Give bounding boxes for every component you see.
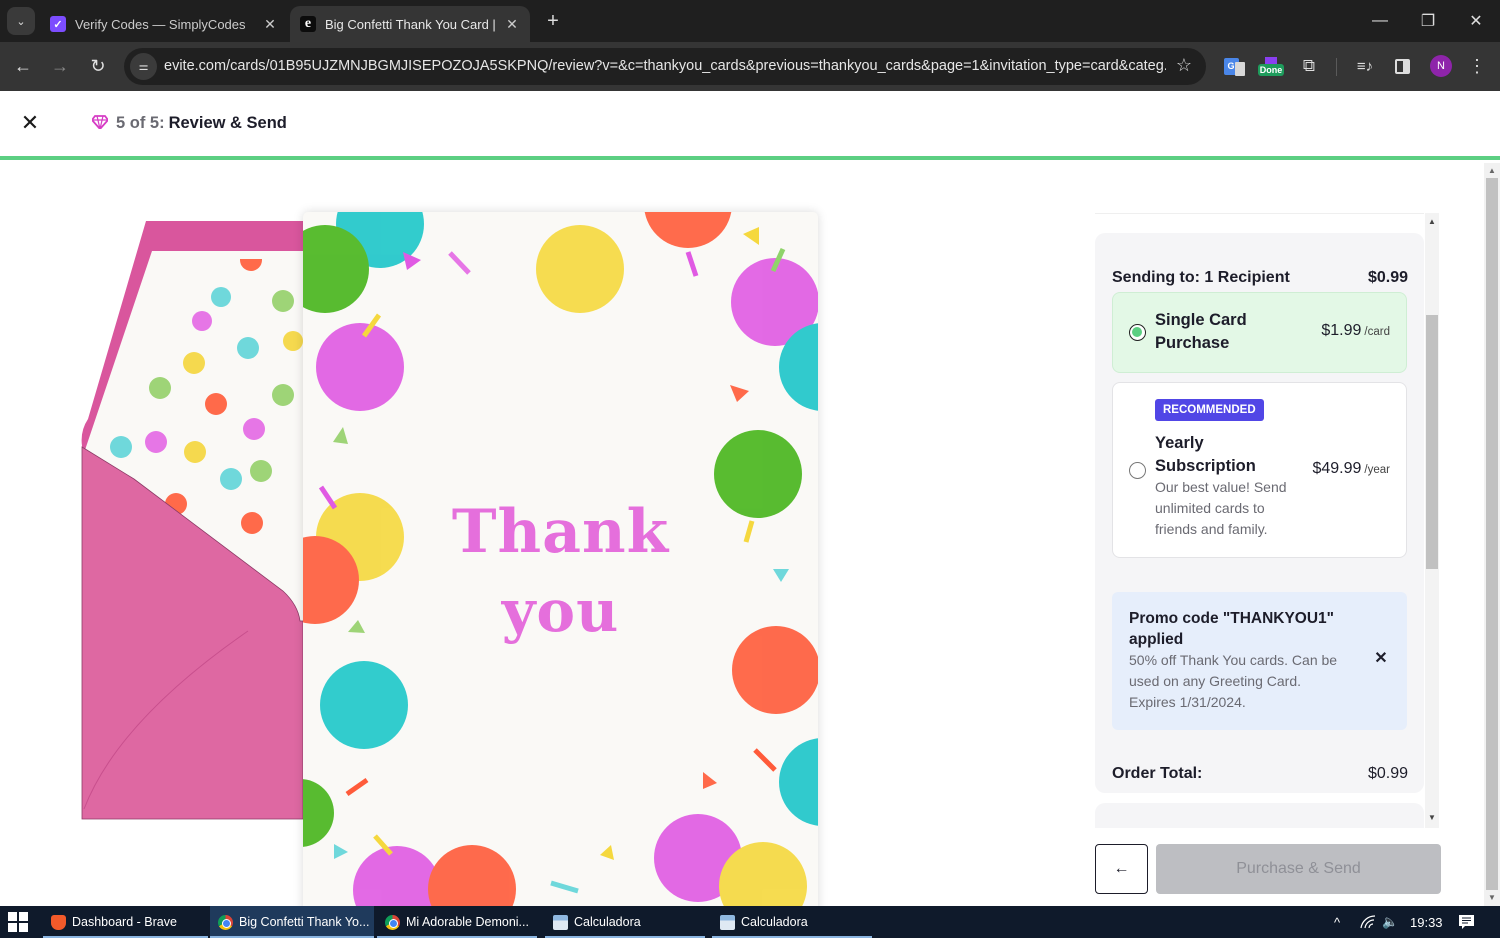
tab-search-button[interactable]: ⌄ (7, 7, 35, 35)
chrome-icon (385, 914, 400, 930)
taskbar-app-brave[interactable]: Dashboard - Brave (43, 906, 208, 938)
windows-start-icon[interactable] (8, 912, 28, 932)
option-yearly-subscription[interactable]: RECOMMENDED Yearly Subscription $49.99/y… (1112, 382, 1407, 558)
side-panel-icon[interactable] (1390, 53, 1414, 79)
simplycodes-icon: ✓ (50, 16, 66, 32)
purchase-send-button[interactable]: Purchase & Send (1156, 844, 1441, 894)
back-button[interactable]: ← (10, 53, 36, 79)
option-title: Yearly Subscription (1155, 434, 1256, 475)
windows-taskbar: Dashboard - Brave Big Confetti Thank Yo.… (0, 906, 1500, 938)
tab-big-confetti[interactable]: e Big Confetti Thank You Card | Ev ✕ (290, 6, 530, 42)
back-step-button[interactable]: ← (1095, 844, 1148, 894)
translate-extension-icon[interactable]: G (1222, 53, 1246, 79)
remove-promo-icon[interactable]: ✕ (1371, 648, 1391, 668)
chevron-down-icon: ⌄ (16, 15, 26, 28)
done-extension-icon[interactable]: Done (1257, 53, 1285, 79)
tab-title: Verify Codes — SimplyCodes (75, 16, 246, 32)
scroll-up-icon[interactable]: ▲ (1428, 217, 1436, 226)
progress-fill (0, 156, 1500, 160)
option-price: $1.99/card (1321, 322, 1390, 339)
scrollbar-thumb[interactable] (1426, 315, 1438, 569)
minimize-button[interactable]: — (1357, 0, 1403, 42)
tab-verify-codes[interactable]: ✓ Verify Codes — SimplyCodes ✕ (42, 6, 288, 42)
extensions-puzzle-icon[interactable]: ⧉ (1297, 53, 1321, 79)
close-window-button[interactable]: ✕ (1453, 0, 1499, 42)
brave-icon (51, 914, 66, 930)
close-icon[interactable]: ✕ (18, 111, 42, 135)
promo-code-banner: Promo code "THANKYOU1" applied 50% off T… (1112, 592, 1407, 730)
bookmark-star-icon[interactable]: ☆ (1176, 55, 1192, 76)
reload-button[interactable]: ↻ (85, 53, 111, 79)
taskbar-app-calculator-2[interactable]: Calculadora (712, 906, 872, 938)
card-message-line1: Thank (451, 497, 670, 567)
order-summary: Sending to: 1 Recipient $0.99 Single Car… (1095, 233, 1424, 793)
order-summary-panel[interactable]: Sending to: 1 Recipient $0.99 Single Car… (1095, 213, 1440, 828)
promo-title: Promo code "THANKYOU1" applied (1129, 610, 1335, 648)
sending-to-price: $0.99 (1367, 269, 1408, 286)
gem-icon (90, 114, 110, 133)
calculator-icon (720, 914, 735, 930)
evite-icon: e (300, 16, 316, 32)
option-title: Single Card Purchase (1155, 311, 1247, 352)
toolbar-divider (1336, 58, 1337, 76)
page-scrollbar[interactable]: ▲ ▼ (1484, 163, 1500, 906)
browser-menu-icon[interactable]: ⋮ (1466, 53, 1488, 79)
volume-icon[interactable]: 🔈 (1382, 906, 1398, 938)
step-indicator: 5 of 5: Review & Send (90, 114, 287, 133)
envelope-preview (78, 221, 318, 821)
close-tab-icon[interactable]: ✕ (258, 16, 282, 33)
option-price: $49.99/year (1312, 460, 1390, 477)
step-title: Review & Send (168, 114, 287, 132)
sending-to-label: Sending to: 1 Recipient (1112, 269, 1290, 286)
order-total-row: Order Total: $0.99 (1112, 765, 1408, 783)
sending-to-row: Sending to: 1 Recipient $0.99 (1112, 269, 1408, 287)
calculator-icon (553, 914, 568, 930)
tray-chevron-icon[interactable]: ^ (1334, 906, 1340, 938)
clock[interactable]: 19:33 (1410, 906, 1443, 938)
progress-bar (0, 156, 1500, 160)
scroll-up-icon[interactable]: ▲ (1488, 166, 1496, 175)
radio-single-card[interactable] (1129, 324, 1146, 341)
taskbar-app-chrome-confetti[interactable]: Big Confetti Thank Yo... (210, 906, 374, 938)
scroll-down-icon[interactable]: ▼ (1488, 893, 1496, 902)
option-description: Our best value! Send unlimited cards to … (1155, 479, 1287, 537)
taskbar-app-chrome-demonio[interactable]: Mi Adorable Demoni... (377, 906, 537, 938)
order-total-value: $0.99 (1367, 765, 1408, 782)
recommended-badge: RECOMMENDED (1155, 399, 1264, 421)
card-message-line2: you (501, 577, 620, 645)
page-header: ✕ 5 of 5: Review & Send (0, 91, 1500, 160)
summary-scrollbar[interactable]: ▲ ▼ (1425, 213, 1439, 828)
card-preview: Thank you (303, 212, 818, 906)
promo-description: 50% off Thank You cards. Can be used on … (1129, 652, 1338, 710)
page-content: ✕ 5 of 5: Review & Send Thank you Sendin… (0, 91, 1500, 906)
scrollbar-thumb[interactable] (1486, 178, 1498, 890)
close-tab-icon[interactable]: ✕ (500, 16, 524, 33)
wifi-icon[interactable] (1360, 906, 1376, 938)
taskbar-app-calculator-1[interactable]: Calculadora (545, 906, 705, 938)
forward-button[interactable]: → (47, 53, 73, 79)
chrome-icon (218, 914, 233, 930)
step-count: 5 of 5: (116, 114, 165, 132)
profile-avatar[interactable]: N (1430, 55, 1452, 77)
url-text[interactable]: evite.com/cards/01B95UJZMNJBGMJISEPOZOJA… (164, 58, 1166, 74)
new-tab-button[interactable]: + (541, 9, 565, 33)
address-bar[interactable]: ⚌ evite.com/cards/01B95UJZMNJBGMJISEPOZO… (124, 48, 1206, 85)
order-total-label: Order Total: (1112, 765, 1203, 782)
media-controls-icon[interactable]: ≡♪ (1352, 53, 1378, 79)
site-info-icon[interactable]: ⚌ (130, 53, 157, 80)
browser-tab-bar: ⌄ ✓ Verify Codes — SimplyCodes ✕ e Big C… (0, 0, 1500, 42)
tab-title: Big Confetti Thank You Card | Ev (325, 16, 500, 32)
notification-icon[interactable] (1458, 906, 1475, 938)
radio-yearly-subscription[interactable] (1129, 462, 1146, 479)
option-single-card[interactable]: Single Card Purchase $1.99/card (1112, 292, 1407, 373)
scroll-down-icon[interactable]: ▼ (1428, 813, 1436, 822)
browser-toolbar: ← → ↻ ⚌ evite.com/cards/01B95UJZMNJBGMJI… (0, 42, 1500, 91)
restore-button[interactable]: ❐ (1405, 0, 1451, 42)
